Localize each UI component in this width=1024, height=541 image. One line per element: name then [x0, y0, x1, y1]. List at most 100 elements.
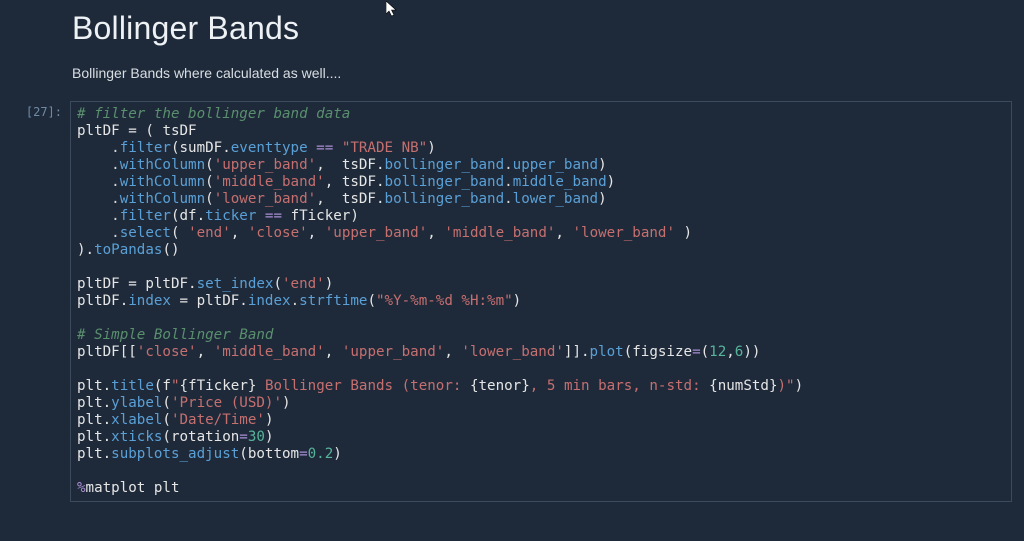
tok: , 5 min bars, n-std: — [530, 378, 709, 394]
tok: " — [786, 378, 795, 394]
tok: pltDF[[ — [77, 344, 137, 360]
tok: ) — [778, 378, 787, 394]
tok: index — [248, 293, 291, 309]
tok: (df. — [171, 208, 205, 224]
tok: ( — [205, 191, 214, 207]
code-comment: # Simple Bollinger Band — [77, 327, 273, 343]
tok: 'Date/Time' — [171, 412, 265, 428]
tok: == — [308, 140, 342, 156]
tok: bollinger_band — [385, 174, 505, 190]
tok: . — [504, 174, 513, 190]
tok: , — [316, 157, 342, 173]
tok: . — [77, 140, 120, 156]
tok: " — [171, 378, 180, 394]
tok: plt. — [77, 446, 111, 462]
tok: ) — [265, 429, 274, 445]
tok: withColumn — [120, 174, 205, 190]
tok: ( — [701, 344, 710, 360]
tok: filter — [120, 208, 171, 224]
tok: fTicker — [188, 378, 248, 394]
tok: subplots_adjust — [111, 446, 239, 462]
page-subtext: Bollinger Bands where calculated as well… — [72, 65, 1024, 81]
tok: % — [77, 480, 86, 496]
tok: , — [325, 344, 342, 360]
tok: plot — [590, 344, 624, 360]
tok: toPandas — [94, 242, 162, 258]
tok: 'close' — [137, 344, 197, 360]
tok: withColumn — [120, 157, 205, 173]
code-cell: [27]: # filter the bollinger band data p… — [0, 101, 1024, 502]
tok: )) — [743, 344, 760, 360]
tok: 12 — [709, 344, 726, 360]
tok: pltDF. — [145, 276, 196, 292]
code-comment: # filter the bollinger band data — [77, 106, 350, 122]
tok: = — [120, 276, 146, 292]
tok: "%Y-%m-%d %H:%m" — [376, 293, 513, 309]
tok: = — [239, 429, 248, 445]
tok: fTicker) — [291, 208, 359, 224]
tok: 'upper_band' — [342, 344, 445, 360]
tok: , — [308, 225, 325, 241]
tok: = — [692, 344, 701, 360]
code-editor[interactable]: # filter the bollinger band data pltDF =… — [70, 101, 1012, 502]
tok: ) — [607, 174, 616, 190]
tok: (f — [154, 378, 171, 394]
tok: pltDF — [77, 276, 120, 292]
tok: lower_band — [513, 191, 598, 207]
tok: ) — [282, 395, 291, 411]
tok: { — [709, 378, 718, 394]
tok: , — [325, 174, 342, 190]
tok: . — [77, 157, 120, 173]
tok: , — [316, 191, 342, 207]
tok: xlabel — [111, 412, 162, 428]
tok: 'Price (USD)' — [171, 395, 282, 411]
tok: matplot plt — [86, 480, 180, 496]
tok: ( — [162, 395, 171, 411]
tok: 'upper_band' — [214, 157, 317, 173]
tok: Bollinger Bands (tenor: — [256, 378, 470, 394]
tok: ( — [162, 412, 171, 428]
tok: ( — [171, 225, 188, 241]
tok: 'lower_band' — [214, 191, 317, 207]
tok: "TRADE NB" — [342, 140, 427, 156]
notebook-page: Bollinger Bands Bollinger Bands where ca… — [0, 0, 1024, 502]
tok: (sumDF. — [171, 140, 231, 156]
tok: tsDF. — [342, 157, 385, 173]
tok: filter — [120, 140, 171, 156]
tok: (bottom — [239, 446, 299, 462]
tok: 'close' — [248, 225, 308, 241]
tok: numStd — [718, 378, 769, 394]
tok: ) — [333, 446, 342, 462]
tok: 'end' — [282, 276, 325, 292]
tok: , — [231, 225, 248, 241]
tok: , — [726, 344, 735, 360]
tok: () — [162, 242, 179, 258]
tok: ( — [367, 293, 376, 309]
tok: . — [77, 191, 120, 207]
tok: = — [299, 446, 308, 462]
tok: ( — [273, 276, 282, 292]
tok: == — [256, 208, 290, 224]
tok: ( — [205, 174, 214, 190]
tok: index — [128, 293, 171, 309]
tok: . — [77, 174, 120, 190]
tok: plt. — [77, 412, 111, 428]
tok: 'middle_band' — [214, 344, 325, 360]
tok: eventtype — [231, 140, 308, 156]
tok: ) — [265, 412, 274, 428]
tok: ). — [77, 242, 94, 258]
tok: . — [504, 191, 513, 207]
tok: bollinger_band — [385, 191, 505, 207]
tok: 'middle_band' — [214, 174, 325, 190]
tok: tsDF. — [342, 174, 385, 190]
tok: } — [521, 378, 530, 394]
tok: plt. — [77, 429, 111, 445]
tok: select — [120, 225, 171, 241]
tok: ) — [598, 157, 607, 173]
tok: (rotation — [162, 429, 239, 445]
tok: { — [180, 378, 189, 394]
tok: ) — [513, 293, 522, 309]
tok: ]]. — [564, 344, 590, 360]
tok: , — [197, 344, 214, 360]
tok: ylabel — [111, 395, 162, 411]
